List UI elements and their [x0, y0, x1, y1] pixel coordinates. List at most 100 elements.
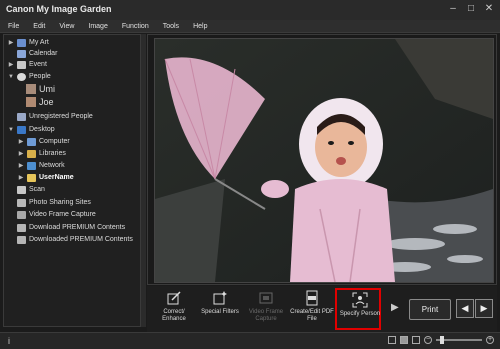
- collapse-arrow-icon[interactable]: ▼: [8, 74, 14, 80]
- sidebar-item-network[interactable]: ▶ Network: [18, 160, 65, 171]
- toolbar-button-label: Create/Edit PDF File: [290, 309, 334, 322]
- expand-arrow-icon[interactable]: ▶: [18, 150, 24, 157]
- zoom-slider-handle[interactable]: [440, 336, 444, 344]
- sidebar-item-computer[interactable]: ▶ Computer: [18, 136, 70, 147]
- toolbar-button-label: Specify Person: [339, 311, 381, 317]
- sidebar-item-unregistered-people[interactable]: Unregistered People: [8, 111, 93, 122]
- menu-help[interactable]: Help: [193, 20, 207, 32]
- maximize-button[interactable]: □: [466, 4, 476, 14]
- unregistered-people-icon: [17, 112, 26, 121]
- video-frame-capture-button[interactable]: Video Frame Capture: [243, 288, 289, 330]
- zoom-in-button[interactable]: +: [486, 336, 494, 344]
- sidebar-item-label: UserName: [39, 174, 74, 181]
- sidebar-item-label: Video Frame Capture: [29, 211, 96, 218]
- specify-person-icon: [352, 292, 368, 308]
- window-controls: – □ ✕: [448, 4, 494, 14]
- user-folder-icon: [27, 173, 36, 182]
- fullscreen-icon[interactable]: [412, 336, 420, 344]
- sidebar-item-label: Desktop: [29, 126, 55, 133]
- close-button[interactable]: ✕: [484, 4, 494, 14]
- menu-tools[interactable]: Tools: [163, 20, 179, 32]
- sidebar-item-video-frame-capture[interactable]: Video Frame Capture: [8, 209, 96, 220]
- info-icon[interactable]: i: [8, 336, 10, 346]
- video-frame-icon: [17, 210, 26, 219]
- menu-edit[interactable]: Edit: [33, 20, 45, 32]
- correct-enhance-button[interactable]: Correct/ Enhance: [151, 288, 197, 330]
- sidebar-item-desktop[interactable]: ▼ Desktop: [8, 124, 55, 135]
- details-view-icon[interactable]: [400, 336, 408, 344]
- calendar-icon: [17, 49, 26, 58]
- download-icon: [17, 223, 26, 232]
- pdf-file-icon: [306, 290, 318, 306]
- expand-arrow-icon[interactable]: ▶: [18, 162, 24, 169]
- next-button[interactable]: ▶: [475, 299, 493, 318]
- preview-area: [147, 34, 497, 285]
- title-bar: Canon My Image Garden – □ ✕: [0, 0, 500, 21]
- desktop-icon: [17, 125, 26, 134]
- scan-icon: [17, 185, 26, 194]
- specify-person-button[interactable]: Specify Person: [335, 288, 381, 330]
- sidebar-item-label: Scan: [29, 186, 45, 193]
- menu-view[interactable]: View: [59, 20, 74, 32]
- sidebar-item-scan[interactable]: Scan: [8, 184, 45, 195]
- sidebar-item-download-premium[interactable]: Download PREMIUM Contents: [8, 222, 125, 233]
- sidebar-item-calendar[interactable]: Calendar: [8, 48, 57, 59]
- sidebar-item-label: Calendar: [29, 50, 58, 57]
- print-button[interactable]: Print: [409, 299, 451, 320]
- photo-image: [155, 39, 493, 282]
- sidebar-item-label: Unregistered People: [29, 113, 93, 120]
- sidebar-item-photo-sharing-sites[interactable]: Photo Sharing Sites: [8, 197, 91, 208]
- correct-enhance-icon: [167, 291, 181, 305]
- expand-arrow-icon[interactable]: ▶: [18, 174, 24, 181]
- video-frame-capture-icon: [259, 292, 273, 304]
- thumbnail-view-icon[interactable]: [388, 336, 396, 344]
- sidebar-item-umi[interactable]: Umi: [26, 83, 55, 94]
- sidebar-item-label: Downloaded PREMIUM Contents: [29, 236, 133, 243]
- special-filters-button[interactable]: Special Filters: [197, 288, 243, 330]
- sidebar-item-label: Libraries: [39, 150, 66, 157]
- more-functions-arrow-icon[interactable]: ▶: [391, 302, 399, 313]
- computer-icon: [27, 137, 36, 146]
- special-filters-icon: [213, 291, 227, 305]
- zoom-out-button[interactable]: −: [424, 336, 432, 344]
- sidebar-item-username[interactable]: ▶ UserName: [18, 172, 74, 183]
- sidebar-item-joe[interactable]: Joe: [26, 96, 54, 107]
- collapse-arrow-icon[interactable]: ▼: [8, 127, 14, 133]
- libraries-icon: [27, 149, 36, 158]
- sidebar-item-label: Joe: [39, 96, 54, 107]
- menu-bar: File Edit View Image Function Tools Help: [0, 20, 500, 33]
- menu-file[interactable]: File: [8, 20, 19, 32]
- expand-arrow-icon[interactable]: ▶: [8, 39, 14, 46]
- menu-function[interactable]: Function: [122, 20, 149, 32]
- photo-preview[interactable]: [154, 38, 494, 283]
- app-title: Canon My Image Garden: [6, 4, 112, 14]
- sidebar-item-people[interactable]: ▼ People: [8, 71, 51, 82]
- sidebar-item-label: Photo Sharing Sites: [29, 199, 91, 206]
- sidebar-item-label: Download PREMIUM Contents: [29, 224, 126, 231]
- zoom-slider[interactable]: [436, 336, 482, 344]
- sidebar-item-label: Event: [29, 61, 47, 68]
- expand-arrow-icon[interactable]: ▶: [18, 138, 24, 145]
- photo-sharing-icon: [17, 198, 26, 207]
- person-thumbnail-icon: [26, 96, 36, 107]
- people-icon: [17, 72, 26, 81]
- minimize-button[interactable]: –: [448, 4, 458, 14]
- toolbar-button-label: Correct/ Enhance: [162, 309, 186, 322]
- menu-image[interactable]: Image: [88, 20, 107, 32]
- panel-splitter[interactable]: [141, 34, 146, 327]
- sidebar-item-my-art[interactable]: ▶ My Art: [8, 37, 49, 48]
- sidebar-item-libraries[interactable]: ▶ Libraries: [18, 148, 66, 159]
- sidebar-item-downloaded-premium[interactable]: Downloaded PREMIUM Contents: [8, 234, 133, 245]
- prev-button[interactable]: ◀: [456, 299, 474, 318]
- expand-arrow-icon[interactable]: ▶: [8, 61, 14, 68]
- function-toolbar: Correct/ Enhance Special Filters Video F…: [147, 286, 497, 332]
- view-controls: − +: [388, 336, 494, 344]
- sidebar-item-label: Network: [39, 162, 65, 169]
- sidebar-item-label: Computer: [39, 138, 70, 145]
- person-thumbnail-icon: [26, 83, 36, 94]
- sidebar-item-event[interactable]: ▶ Event: [8, 59, 47, 70]
- sidebar-item-label: Umi: [39, 83, 55, 94]
- my-art-icon: [17, 38, 26, 47]
- create-edit-pdf-button[interactable]: Create/Edit PDF File: [289, 288, 335, 330]
- downloaded-icon: [17, 235, 26, 244]
